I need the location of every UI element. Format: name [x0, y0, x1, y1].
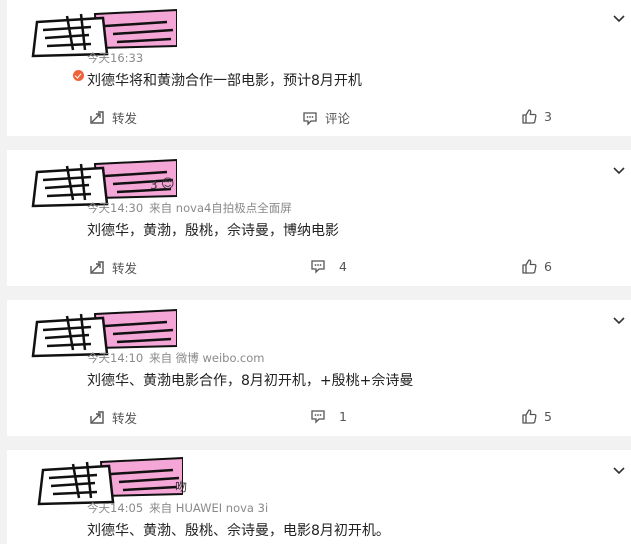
comment-icon: [302, 110, 318, 126]
post-source[interactable]: 来自 HUAWEI nova 3i: [149, 501, 268, 515]
post-source[interactable]: 来自 nova4自拍极点全面屏: [149, 201, 292, 215]
repost-button[interactable]: 转发: [89, 408, 137, 427]
like-button[interactable]: 5: [521, 408, 552, 424]
like-button[interactable]: 3: [521, 108, 552, 124]
comment-count: 1: [339, 408, 347, 424]
post-meta: 今天14:10 来自 微博 weibo.com: [87, 350, 265, 366]
post-card: 今天14:10 来自 微博 weibo.com 刘德华、黄渤电影合作，8月初开机，…: [7, 300, 631, 436]
chevron-down-icon[interactable]: [613, 317, 625, 325]
post-content: 刘德华、黄渤、殷桃、佘诗曼，电影8月初开机。: [87, 523, 390, 539]
chevron-down-icon[interactable]: [613, 167, 625, 175]
post-card: 3 😊 今天14:30 来自 nova4自拍极点全面屏 刘德华，黄渤，殷桃，佘诗曼…: [7, 150, 631, 286]
post-time: 今天16:33: [87, 51, 144, 65]
comment-count: 4: [339, 258, 347, 274]
comment-button[interactable]: 评论: [302, 108, 350, 127]
post-actions: 转发 4 6: [7, 258, 631, 278]
share-square-icon: [89, 260, 105, 276]
comment-button[interactable]: 4: [310, 258, 347, 274]
post-card: 吻 今天14:05 来自 HUAWEI nova 3i 刘德华、黄渤、殷桃、佘诗曼…: [7, 450, 631, 544]
repost-button[interactable]: 转发: [89, 108, 137, 127]
post-content: 刘德华将和黄渤合作一部电影，预计8月开机: [87, 73, 362, 89]
emoji-icon: 😊: [161, 177, 175, 192]
thumb-up-icon: [521, 408, 537, 424]
post-content: 刘德华、黄渤电影合作，8月初开机，+殷桃+佘诗曼: [87, 373, 414, 389]
post-meta: 今天14:05 来自 HUAWEI nova 3i: [87, 500, 268, 516]
like-count: 5: [544, 408, 552, 424]
post-actions: 转发 1 5: [7, 408, 631, 428]
like-count: 6: [544, 258, 552, 274]
comment-button[interactable]: 1: [310, 408, 347, 424]
comment-icon: [310, 408, 326, 424]
repost-label: 转发: [112, 261, 138, 276]
post-meta: 今天14:30 来自 nova4自拍极点全面屏: [87, 200, 292, 216]
thumb-up-icon: [521, 258, 537, 274]
like-button[interactable]: 6: [521, 258, 552, 274]
like-count: 3: [544, 108, 552, 124]
chevron-down-icon[interactable]: [613, 467, 625, 475]
username-fragment[interactable]: 吻: [175, 478, 187, 495]
comment-icon: [310, 258, 326, 274]
repost-label: 转发: [112, 411, 138, 426]
thumb-up-icon: [521, 108, 537, 124]
share-square-icon: [89, 410, 105, 426]
avatar[interactable]: [33, 454, 183, 506]
post-time: 今天14:05: [87, 501, 144, 515]
post-actions: 转发 评论 3: [7, 108, 631, 128]
post-time: 今天14:30: [87, 201, 144, 215]
verified-icon: [73, 70, 84, 81]
chevron-down-icon[interactable]: [613, 15, 625, 23]
comment-label: 评论: [325, 111, 351, 126]
post-time: 今天14:10: [87, 351, 144, 365]
post-meta: 今天16:33: [87, 50, 143, 66]
post-source[interactable]: 来自 微博 weibo.com: [149, 351, 264, 365]
post-content: 刘德华，黄渤，殷桃，佘诗曼，博纳电影: [87, 223, 339, 239]
repost-label: 转发: [112, 111, 138, 126]
username-fragment[interactable]: 3: [150, 178, 158, 192]
post-card: 今天16:33 刘德华将和黄渤合作一部电影，预计8月开机 转发 评论 3: [7, 0, 631, 136]
share-square-icon: [89, 110, 105, 126]
repost-button[interactable]: 转发: [89, 258, 137, 277]
